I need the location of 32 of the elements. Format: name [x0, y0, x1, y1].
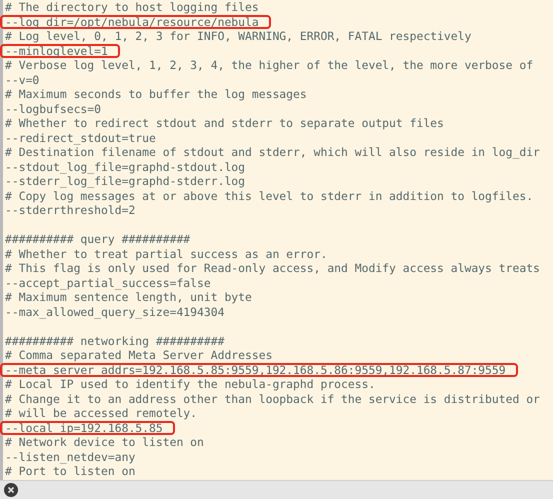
config-line: # Local IP used to identify the nebula-graphd process.: [4, 377, 376, 392]
config-line: --stderrthreshold=2: [4, 203, 136, 218]
config-line: --listen_netdev=any: [4, 450, 136, 464]
config-line: --log_dir=/opt/nebula/resource/nebula: [0, 14, 271, 29]
config-line: # Change it to an address other than loopback if the service is distributed or: [4, 392, 541, 406]
config-line: --stderr_log_file=graphd-stderr.log: [4, 174, 246, 188]
config-line: --local_ip=192.168.5.85: [0, 420, 175, 435]
config-line: # Comma separated Meta Server Addresses: [4, 348, 274, 362]
config-line: ########## networking ##########: [4, 334, 226, 348]
config-line: # This flag is only used for Read-only access, and Modify access always treats: [4, 261, 541, 276]
config-line: --logbufsecs=0: [4, 102, 102, 116]
close-icon[interactable]: [4, 483, 18, 497]
config-line: ########## query ##########: [4, 232, 192, 246]
config-line: # Destination filename of stdout and stderr, which will also reside in log_dir: [4, 145, 541, 160]
config-line: # Whether to treat partial success as an error.: [4, 246, 328, 261]
config-line: # Network device to listen on: [4, 435, 205, 450]
config-line: # Whether to redirect stdout and stderr to separate output files: [4, 116, 445, 130]
config-line: --meta_server_addrs=192.168.5.85:9559,192.168.5.86:9559,192.168.5.87:9559: [0, 362, 518, 377]
config-line: --v=0: [4, 72, 40, 87]
config-line: --accept_partial_success=false: [4, 276, 212, 290]
config-line: # Port to listen on: [4, 464, 136, 478]
config-line: --redirect_stdout=true: [4, 130, 157, 145]
config-line: # The directory to host logging files: [4, 0, 260, 14]
config-line: # Log level, 0, 1, 2, 3 for INFO, WARNING, ERROR, FATAL respectively: [4, 29, 472, 44]
config-line: --stdout_log_file=graphd-stdout.log: [4, 160, 246, 174]
config-line: --max_allowed_query_size=4194304: [4, 304, 226, 319]
config-line: # Copy log messages at or above this level to stderr in addition to logfiles.: [4, 188, 534, 203]
config-line: --minloglevel=1: [0, 44, 120, 58]
config-line: # Maximum sentence length, unit byte: [4, 290, 253, 304]
config-line: # will be accessed remotely.: [4, 406, 198, 420]
config-line: # Maximum seconds to buffer the log messages: [4, 87, 308, 102]
config-line: # Verbose log level, 1, 2, 3, 4, the higher of the level, the more verbose of: [4, 58, 534, 72]
